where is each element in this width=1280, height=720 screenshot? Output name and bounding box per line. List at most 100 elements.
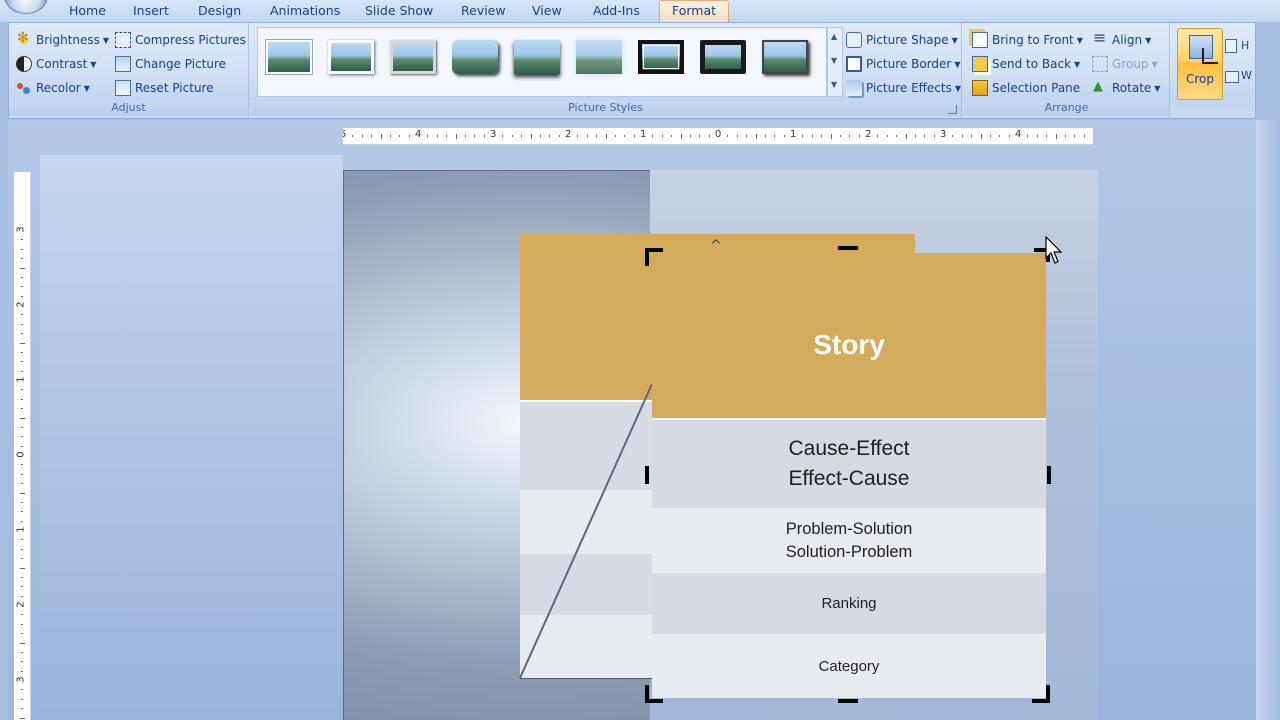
adjust-group-label: Adjust	[9, 101, 248, 116]
ruler-tick	[21, 511, 23, 513]
ruler-tick	[811, 135, 813, 137]
ruler-tick	[21, 426, 23, 428]
ruler-tick	[19, 342, 25, 344]
ruler-tick	[21, 483, 23, 485]
rotate-button[interactable]: Rotate ▼	[1092, 78, 1160, 98]
gallery-scroll[interactable]: ▲ ▼ ▼	[827, 27, 843, 97]
picture-style-soft[interactable]	[576, 40, 622, 74]
ruler-tick	[530, 133, 532, 139]
crop-handle-bottom-right[interactable]	[1032, 699, 1050, 703]
compress-icon	[115, 32, 131, 48]
group-button[interactable]: Group ▼	[1092, 54, 1158, 74]
gallery-more-icon[interactable]: ▼	[831, 80, 837, 89]
ruler-number: 3	[940, 129, 947, 140]
tab-review[interactable]: Review	[461, 3, 506, 18]
align-label: Align	[1112, 33, 1143, 47]
ruler-tick	[633, 135, 635, 137]
tab-slide-show[interactable]: Slide Show	[365, 3, 433, 18]
ruler-tick	[989, 135, 991, 137]
table-cell-line: Category	[818, 657, 880, 675]
ruler-tick	[802, 135, 804, 137]
recolor-button[interactable]: Recolor ▼	[16, 78, 90, 98]
picture-effects-button[interactable]: Picture Effects ▼	[846, 78, 961, 98]
crop-handle-right[interactable]	[1047, 466, 1051, 484]
tab-design[interactable]: Design	[198, 3, 241, 18]
selection-pane-button[interactable]: Selection Pane	[972, 78, 1080, 98]
picture-style-black-frame[interactable]	[700, 40, 746, 74]
vertical-scrollbar[interactable]	[1256, 120, 1280, 720]
ruler-tick	[389, 135, 391, 137]
reset-picture-button[interactable]: Reset Picture	[115, 78, 214, 98]
send-to-back-button[interactable]: Send to Back ▼	[972, 54, 1080, 74]
tab-add-ins[interactable]: Add-Ins	[593, 3, 640, 18]
chevron-down-icon: ▼	[102, 35, 110, 45]
crop-handle-bottom[interactable]	[838, 699, 858, 703]
ruler-number: 1	[640, 129, 647, 140]
change-picture-button[interactable]: Change Picture	[115, 54, 226, 74]
picture-style-reflected[interactable]	[514, 40, 560, 74]
ruler-tick	[1046, 135, 1048, 137]
crop-button[interactable]: Crop	[1177, 28, 1223, 100]
tab-view[interactable]: View	[532, 3, 562, 18]
shape-height-label[interactable]: H	[1241, 39, 1249, 52]
ruler-number: 2	[565, 129, 572, 140]
ghost-handle-caret-icon: ^	[710, 238, 722, 254]
picture-shape-button[interactable]: Picture Shape ▼	[846, 30, 958, 50]
bring-to-front-button[interactable]: Bring to Front ▼	[972, 30, 1083, 50]
tab-animations[interactable]: Animations	[270, 3, 340, 18]
shape-width-label[interactable]: W	[1241, 69, 1252, 82]
ruler-tick	[699, 135, 701, 137]
table-cell-line: Problem-Solution	[785, 519, 913, 538]
picture-style-rounded[interactable]	[452, 40, 498, 74]
gallery-down-icon[interactable]: ▼	[831, 56, 837, 65]
picture-style-beveled[interactable]	[390, 40, 436, 74]
ruler-number: 2	[15, 301, 27, 308]
ruler-tick	[999, 135, 1001, 137]
ruler-number: 0	[715, 129, 722, 140]
crop-handle-bottom-left[interactable]	[645, 699, 663, 703]
vertical-ruler: 3 2 1 0 1 2 3	[14, 172, 31, 720]
table-row: Cause-Effect Effect-Cause	[652, 418, 1046, 508]
contrast-label: Contrast	[36, 57, 88, 71]
crop-handle-left[interactable]	[645, 466, 649, 484]
picture-style-thick-black[interactable]	[638, 40, 684, 74]
ruler-tick	[399, 135, 401, 137]
change-picture-label: Change Picture	[135, 57, 227, 71]
ruler-tick	[877, 135, 879, 137]
ruler-number: 2	[15, 601, 27, 608]
selected-table-picture[interactable]: Story Cause-Effect Effect-Cause Problem-…	[652, 253, 1046, 698]
gallery-up-icon[interactable]: ▲	[831, 32, 837, 41]
align-button[interactable]: Align ▼	[1092, 28, 1151, 50]
picture-style-metal[interactable]	[762, 40, 808, 74]
bring-to-front-icon	[972, 32, 988, 48]
office-button[interactable]	[4, 0, 48, 14]
picture-border-button[interactable]: Picture Border ▼	[846, 54, 960, 74]
picture-style-soft-edge[interactable]	[328, 40, 374, 74]
ruler-tick	[755, 133, 757, 139]
picture-styles-gallery	[257, 27, 827, 97]
ruler-number: 3	[490, 129, 497, 140]
crop-handle-top-left[interactable]	[645, 248, 649, 266]
dialog-launcher-icon[interactable]	[948, 105, 957, 114]
tab-insert[interactable]: Insert	[133, 3, 169, 18]
ruler-tick	[652, 135, 654, 137]
ruler-tick	[21, 595, 23, 597]
ruler-tick	[830, 133, 832, 139]
ruler-tick	[21, 276, 23, 278]
compress-pictures-button[interactable]: Compress Pictures	[115, 30, 246, 50]
horizontal-ruler: 5 4 3 2 1 0 1 2 3 4	[343, 128, 1093, 145]
picture-style-simple-frame[interactable]	[266, 40, 312, 74]
tab-format[interactable]: Format	[659, 0, 730, 23]
ruler-number: 1	[15, 376, 27, 383]
ruler-tick	[839, 135, 841, 137]
chevron-down-icon: ▼	[1074, 59, 1081, 69]
ruler-tick	[21, 548, 23, 550]
tab-home[interactable]: Home	[69, 3, 106, 18]
ruler-tick	[764, 135, 766, 137]
crop-handle-top[interactable]	[838, 246, 858, 250]
brightness-button[interactable]: Brightness ▼	[16, 30, 109, 50]
contrast-button[interactable]: Contrast ▼	[16, 54, 96, 74]
diagonal-connector-line	[519, 383, 653, 679]
ruler-tick	[1064, 135, 1066, 137]
table-cell-line: Effect-Cause	[788, 467, 910, 490]
